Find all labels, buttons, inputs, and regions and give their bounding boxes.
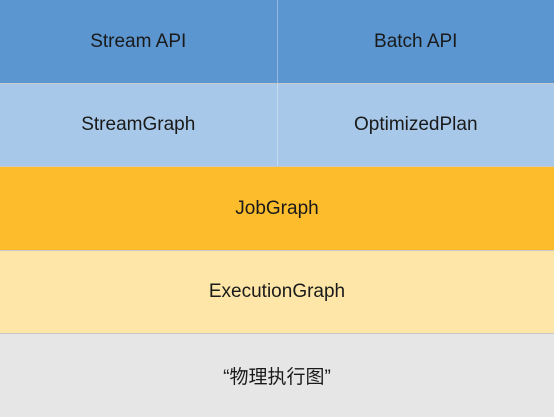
batch-api-block: Batch API xyxy=(374,30,458,52)
flink-graph-layers-diagram: Stream API Batch API StreamGraph Optimiz… xyxy=(0,0,554,417)
graph-layer: StreamGraph OptimizedPlan xyxy=(0,84,554,166)
jobgraph-block: JobGraph xyxy=(235,197,319,219)
api-layer: Stream API Batch API xyxy=(0,0,554,83)
streamgraph-block: StreamGraph xyxy=(81,114,196,135)
physical-graph-layer: “物理执行图” xyxy=(0,334,554,417)
physical-execution-graph-block: “物理执行图” xyxy=(223,367,331,388)
optimizedplan-block: OptimizedPlan xyxy=(353,114,478,135)
executiongraph-layer: ExecutionGraph xyxy=(0,251,554,333)
stream-api-block: Stream API xyxy=(90,30,187,52)
jobgraph-layer: JobGraph xyxy=(0,167,554,250)
executiongraph-block: ExecutionGraph xyxy=(208,281,346,302)
